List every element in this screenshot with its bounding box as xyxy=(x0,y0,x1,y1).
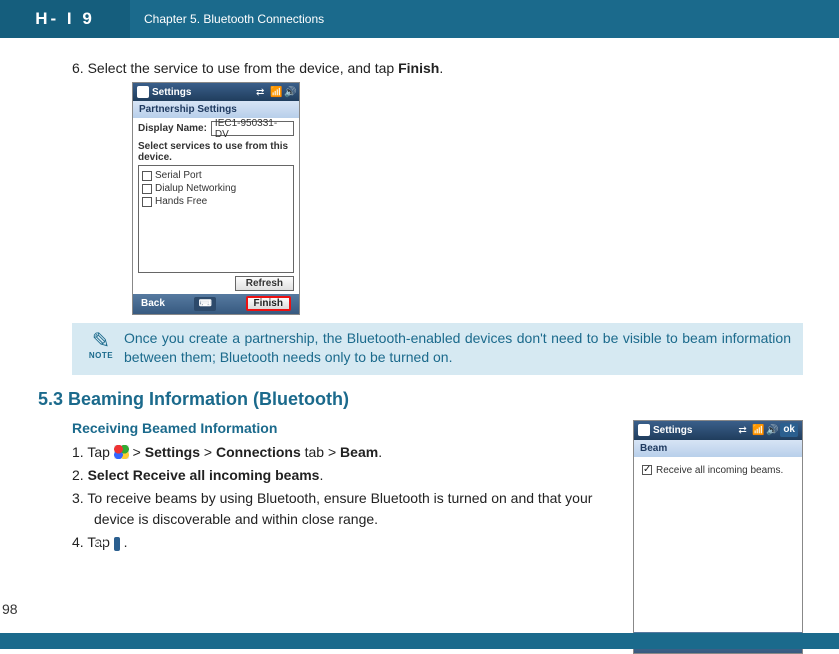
step6-prefix: 6. Select the service to use from the de… xyxy=(72,60,398,76)
header-band: H- I 9 Chapter 5. Bluetooth Connections xyxy=(0,0,839,38)
display-name-row: Display Name: IEC1-950331-DV xyxy=(133,118,299,139)
note-box: ✎ NOTE Once you create a partnership, th… xyxy=(72,323,803,375)
step-6-text: 6. Select the service to use from the de… xyxy=(72,60,803,76)
section-5-3-title: 5.3 Beaming Information (Bluetooth) xyxy=(38,389,803,410)
display-name-field[interactable]: IEC1-950331-DV xyxy=(211,121,294,136)
shot2-titlebar: Settings ⇄ 📶 🔊 ok xyxy=(634,421,802,440)
services-listbox[interactable]: Serial Port Dialup Networking Hands Free xyxy=(138,165,294,273)
receiving-title: Receiving Beamed Information xyxy=(72,420,615,436)
signal-icon: 📶 xyxy=(752,425,763,436)
shot2-title: Settings xyxy=(653,425,735,436)
screenshot-beam-settings: Settings ⇄ 📶 🔊 ok Beam Receive all incom… xyxy=(633,420,803,654)
footer-band xyxy=(0,633,839,649)
page-number: 98 xyxy=(2,601,18,617)
shot2-band: Beam xyxy=(634,440,802,457)
note-message: Once you create a partnership, the Bluet… xyxy=(124,329,791,367)
checkbox-icon[interactable] xyxy=(142,197,152,207)
shot1-section-label: Partnership Settings xyxy=(133,101,299,118)
start-flag-icon xyxy=(137,86,149,98)
checkbox-icon[interactable] xyxy=(142,184,152,194)
windows-start-icon xyxy=(114,445,129,459)
logo-text: H- I 9 xyxy=(35,9,95,29)
receive-beams-label: Receive all incoming beams. xyxy=(656,465,783,476)
connectivity-icon: ⇄ xyxy=(256,87,267,98)
display-name-label: Display Name: xyxy=(138,123,207,134)
left-column: Receiving Beamed Information 1. Tap > Se… xyxy=(72,420,615,555)
connectivity-icon: ⇄ xyxy=(738,425,749,436)
refresh-button[interactable]: Refresh xyxy=(235,276,294,291)
softkey-back[interactable]: Back xyxy=(141,298,165,309)
note-icon-wrap: ✎ NOTE xyxy=(78,329,124,360)
shot1-softbar: Back ⌨ Finish xyxy=(133,294,299,314)
logo-box: H- I 9 xyxy=(0,0,130,38)
refresh-row: Refresh xyxy=(133,273,299,294)
checkbox-checked-icon[interactable] xyxy=(642,465,652,475)
volume-icon: 🔊 xyxy=(284,87,295,98)
select-services-label: Select services to use from this device. xyxy=(133,139,299,165)
note-icon: ✎ xyxy=(92,331,110,351)
page-content: 6. Select the service to use from the de… xyxy=(0,38,839,654)
ok-header-button[interactable]: ok xyxy=(780,423,798,437)
signal-icon: 📶 xyxy=(270,87,281,98)
note-label: NOTE xyxy=(89,351,113,360)
service-item-serial-port[interactable]: Serial Port xyxy=(142,169,290,182)
service-item-dialup[interactable]: Dialup Networking xyxy=(142,182,290,195)
receiving-step-4: 4. Tap ok . xyxy=(72,532,615,553)
step6-suffix: . xyxy=(439,60,443,76)
start-flag-icon xyxy=(638,424,650,436)
receiving-step-2: 2. Select Receive all incoming beams. xyxy=(72,465,615,486)
checkbox-icon[interactable] xyxy=(142,171,152,181)
shot1-titlebar: Settings ⇄ 📶 🔊 xyxy=(133,83,299,101)
service-item-handsfree[interactable]: Hands Free xyxy=(142,195,290,208)
receive-beams-checkbox-row[interactable]: Receive all incoming beams. xyxy=(642,465,794,476)
receiving-steps: 1. Tap > Settings > Connections tab > Be… xyxy=(72,442,615,553)
two-column-layout: Receiving Beamed Information 1. Tap > Se… xyxy=(72,420,803,654)
volume-icon: 🔊 xyxy=(766,425,777,436)
receiving-step-3: 3. To receive beams by using Bluetooth, … xyxy=(72,488,615,530)
receiving-step-1: 1. Tap > Settings > Connections tab > Be… xyxy=(72,442,615,463)
step6-bold: Finish xyxy=(398,60,439,76)
chapter-title: Chapter 5. Bluetooth Connections xyxy=(144,12,324,26)
shot2-body: Receive all incoming beams. xyxy=(634,457,802,632)
keyboard-icon[interactable]: ⌨ xyxy=(194,297,216,311)
shot1-title: Settings xyxy=(152,87,253,98)
screenshot-partnership-settings: Settings ⇄ 📶 🔊 Partnership Settings Disp… xyxy=(132,82,300,315)
softkey-finish[interactable]: Finish xyxy=(246,296,291,311)
